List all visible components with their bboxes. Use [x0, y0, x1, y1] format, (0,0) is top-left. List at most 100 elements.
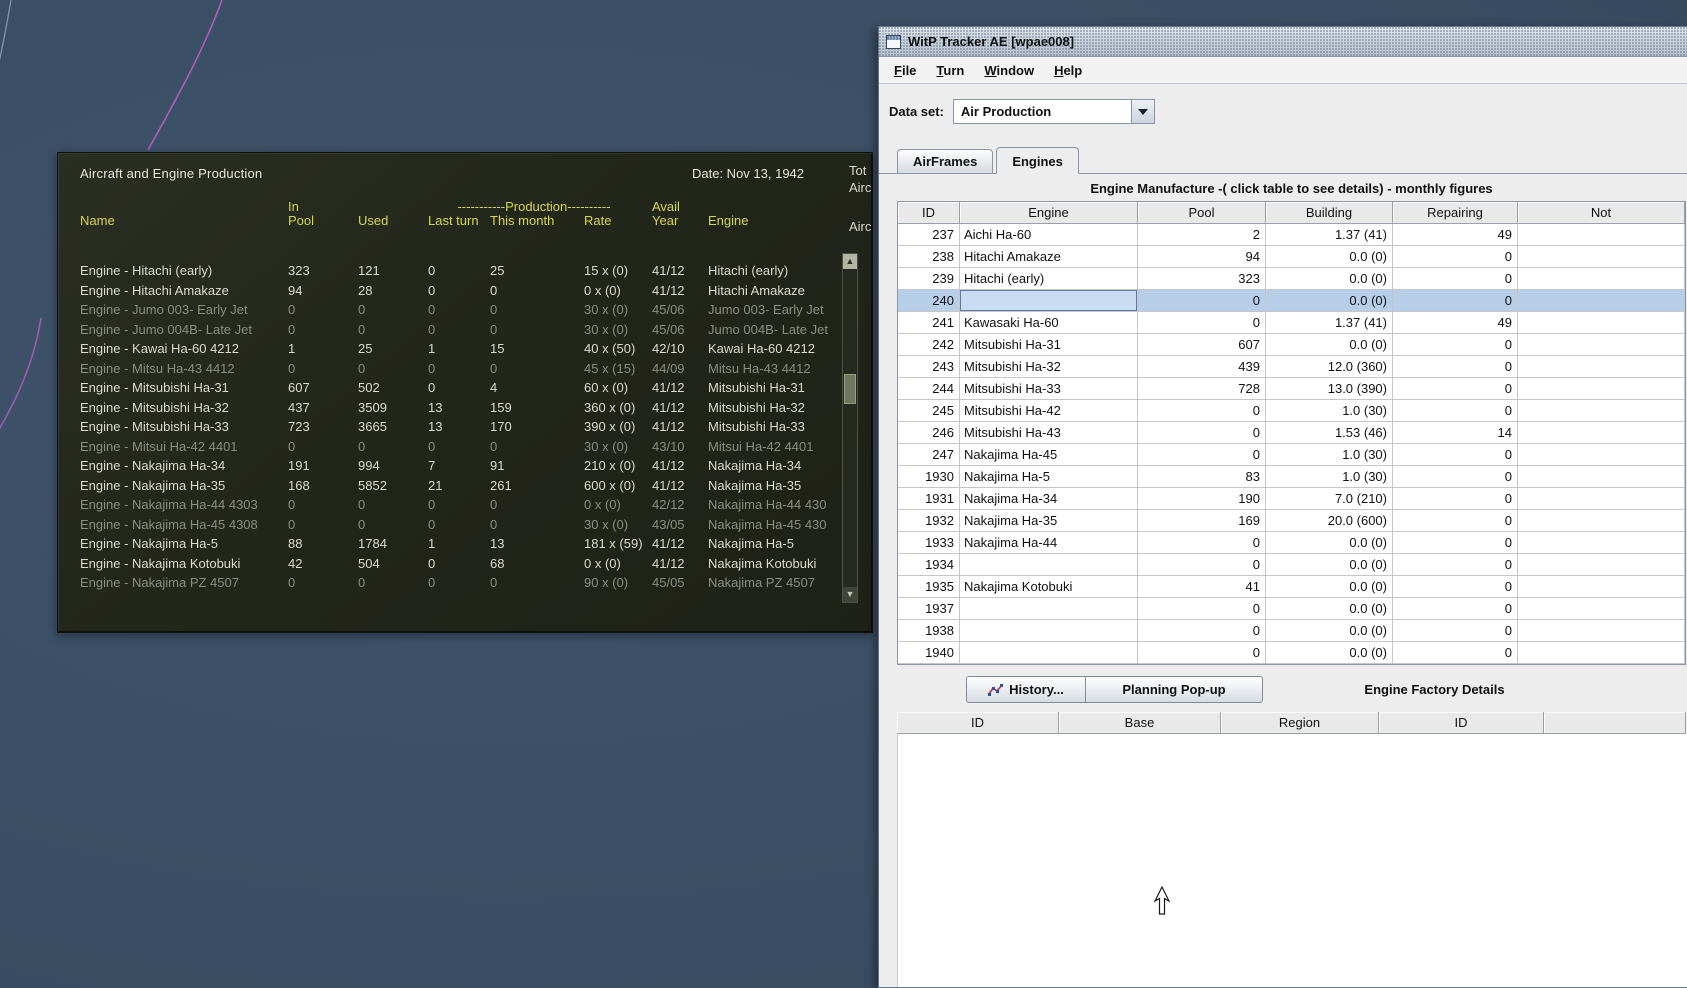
cell-engine: Mitsubishi Ha-42 — [960, 400, 1138, 422]
cell-used: 3509 — [358, 399, 387, 415]
production-table-row[interactable]: Engine - Mitsui Ha-42 4401 0 0 0 0 30 x … — [58, 437, 872, 457]
production-table-row[interactable]: Engine - Nakajima PZ 4507 0 0 0 0 90 x (… — [58, 573, 872, 593]
production-table-row[interactable]: Engine - Hitachi Amakaze 94 28 0 0 0 x (… — [58, 281, 872, 301]
engine-table-row[interactable]: 239 Hitachi (early) 323 0.0 (0) 0 — [898, 268, 1685, 290]
tab-airframes[interactable]: AirFrames — [897, 149, 994, 174]
engine-table-row[interactable]: 243 Mitsubishi Ha-32 439 12.0 (360) 0 — [898, 356, 1685, 378]
production-table-row[interactable]: Engine - Nakajima Ha-35 168 5852 21 261 … — [58, 476, 872, 496]
history-button[interactable]: History... — [966, 676, 1086, 703]
cell-rate: 90 x (0) — [584, 575, 629, 590]
menu-turn[interactable]: Turn — [927, 60, 973, 81]
cell-engine-name: Engine - Nakajima Ha-44 4303 — [80, 497, 258, 512]
menu-file[interactable]: File — [885, 60, 925, 81]
cell-this-month: 0 — [490, 516, 498, 532]
menu-file-mnemonic: F — [894, 62, 902, 78]
engine-table-header-cell[interactable]: Engine — [960, 202, 1138, 224]
scrollbar-thumb[interactable] — [844, 374, 856, 404]
cell-engine: Nakajima Kotobuki — [960, 576, 1138, 598]
cell-last-turn: 0 — [428, 360, 436, 376]
history-chart-icon — [988, 683, 1004, 696]
engine-table-title: Engine Manufacture -( click table to see… — [1090, 181, 1493, 196]
engine-table-row[interactable]: 240 0 0.0 (0) 0 — [898, 290, 1685, 312]
production-table-row[interactable]: Engine - Mitsubishi Ha-31 607 502 0 4 60… — [58, 378, 872, 398]
engine-table-header-cell[interactable]: Building — [1266, 202, 1393, 224]
engine-table-header-cell[interactable]: Not — [1518, 202, 1685, 224]
engine-table-row[interactable]: 1933 Nakajima Ha-44 0 0.0 (0) 0 — [898, 532, 1685, 554]
cell-notes — [1518, 488, 1685, 510]
engine-table-row[interactable]: 1931 Nakajima Ha-34 190 7.0 (210) 0 — [898, 488, 1685, 510]
cell-last-turn: 1 — [428, 341, 436, 356]
cell-rate: 210 x (0) — [584, 458, 636, 473]
production-table-row[interactable]: Engine - Nakajima Kotobuki 42 504 0 68 0… — [58, 554, 872, 574]
engine-table-row[interactable]: 241 Kawasaki Ha-60 0 1.37 (41) 49 — [898, 312, 1685, 334]
menu-help[interactable]: Help — [1045, 60, 1091, 81]
factory-table-header-cell[interactable]: Region — [1221, 712, 1379, 734]
dataset-combobox[interactable]: Air Production — [952, 99, 1155, 124]
production-table-row[interactable]: Engine - Jumo 004B- Late Jet 0 0 0 0 30 … — [58, 320, 872, 340]
production-table-row[interactable]: Engine - Mitsu Ha-43 4412 0 0 0 0 45 x (… — [58, 359, 872, 379]
engine-table-row[interactable]: 1940 0 0.0 (0) 0 — [898, 642, 1685, 664]
engine-table-header-cell[interactable]: Repairing — [1393, 202, 1518, 224]
window-titlebar[interactable]: WitP Tracker AE [wpae008] — [879, 27, 1687, 57]
engine-table-row[interactable]: 246 Mitsubishi Ha-43 0 1.53 (46) 14 — [898, 422, 1685, 444]
scroll-up-arrow-icon[interactable]: ▲ — [843, 254, 857, 269]
cell-in-pool: 88 — [288, 536, 303, 551]
engine-table-row[interactable]: 242 Mitsubishi Ha-31 607 0.0 (0) 0 — [898, 334, 1685, 356]
production-table-row[interactable]: Engine - Hitachi (early) 323 121 0 25 15… — [58, 261, 872, 281]
combobox-dropdown-arrow-icon[interactable] — [1130, 100, 1154, 123]
cell-avail-year: 42/10 — [652, 341, 685, 356]
cell-repairing: 0 — [1393, 488, 1518, 510]
production-table-row[interactable]: Engine - Nakajima Ha-5 88 1784 1 13 181 … — [58, 534, 872, 554]
scroll-down-arrow-icon[interactable]: ▼ — [843, 587, 857, 602]
engine-table-row[interactable]: 1934 0 0.0 (0) 0 — [898, 554, 1685, 576]
engine-table-row[interactable]: 1938 0 0.0 (0) 0 — [898, 620, 1685, 642]
factory-table-header-cell[interactable] — [1544, 712, 1686, 734]
cell-engine: Nakajima Ha-5 — [960, 466, 1138, 488]
planning-popup-button[interactable]: Planning Pop-up — [1086, 676, 1263, 703]
factory-table-empty-area[interactable] — [897, 734, 1687, 987]
engine-table-row[interactable]: 1937 0 0.0 (0) 0 — [898, 598, 1685, 620]
engine-table-row[interactable]: 247 Nakajima Ha-45 0 1.0 (30) 0 — [898, 444, 1685, 466]
factory-table-header-cell[interactable]: ID — [1379, 712, 1544, 734]
cell-last-turn: 0 — [428, 321, 436, 337]
cell-repairing: 0 — [1393, 532, 1518, 554]
cell-this-month: 0 — [490, 497, 498, 512]
cell-engine — [960, 620, 1138, 642]
production-table-row[interactable]: Engine - Mitsubishi Ha-33 723 3665 13 17… — [58, 417, 872, 437]
cell-in-pool: 42 — [288, 555, 303, 571]
production-table-row[interactable]: Engine - Nakajima Ha-44 4303 0 0 0 0 0 x… — [58, 495, 872, 515]
production-table-row[interactable]: Engine - Kawai Ha-60 4212 1 25 1 15 40 x… — [58, 339, 872, 359]
menu-window[interactable]: Window — [975, 60, 1043, 81]
cell-avail-year: 41/12 — [652, 555, 685, 571]
cell-engine — [960, 554, 1138, 576]
factory-table-header-cell[interactable]: Base — [1059, 712, 1221, 734]
engine-table-row[interactable]: 1930 Nakajima Ha-5 83 1.0 (30) 0 — [898, 466, 1685, 488]
tab-engines[interactable]: Engines — [996, 147, 1079, 174]
cell-this-month: 0 — [490, 321, 498, 337]
engine-table-row[interactable]: 237 Aichi Ha-60 2 1.37 (41) 49 — [898, 224, 1685, 246]
cell-building: 0.0 (0) — [1266, 246, 1393, 268]
factory-table-header-cell[interactable]: ID — [897, 712, 1059, 734]
production-table-row[interactable]: Engine - Jumo 003- Early Jet 0 0 0 0 30 … — [58, 300, 872, 320]
cell-in-pool: 723 — [288, 419, 310, 434]
panel-scrollbar[interactable]: ▲ ▼ — [842, 253, 858, 603]
cell-in-pool: 0 — [288, 302, 296, 317]
cell-repairing: 0 — [1393, 334, 1518, 356]
production-table-row[interactable]: Engine - Nakajima Ha-34 191 994 7 91 210… — [58, 456, 872, 476]
engine-table-row[interactable]: 1935 Nakajima Kotobuki 41 0.0 (0) 0 — [898, 576, 1685, 598]
cell-notes — [1518, 246, 1685, 268]
engine-table-row[interactable]: 245 Mitsubishi Ha-42 0 1.0 (30) 0 — [898, 400, 1685, 422]
engine-table-row[interactable]: 238 Hitachi Amakaze 94 0.0 (0) 0 — [898, 246, 1685, 268]
engine-table-row[interactable]: 1932 Nakajima Ha-35 169 20.0 (600) 0 — [898, 510, 1685, 532]
cell-this-month: 0 — [490, 438, 498, 454]
engine-table-header-cell[interactable]: Pool — [1138, 202, 1266, 224]
cell-engine-name: Engine - Mitsu Ha-43 4412 — [80, 360, 235, 376]
engine-table-header-cell[interactable]: ID — [898, 202, 960, 224]
cell-engine: Nakajima Kotobuki — [708, 555, 817, 571]
production-table-row[interactable]: Engine - Mitsubishi Ha-32 437 3509 13 15… — [58, 398, 872, 418]
cell-building: 0.0 (0) — [1266, 268, 1393, 290]
cell-pool: 323 — [1138, 268, 1266, 290]
cell-used: 0 — [358, 438, 366, 454]
engine-table-row[interactable]: 244 Mitsubishi Ha-33 728 13.0 (390) 0 — [898, 378, 1685, 400]
production-table-row[interactable]: Engine - Nakajima Ha-45 4308 0 0 0 0 30 … — [58, 515, 872, 535]
